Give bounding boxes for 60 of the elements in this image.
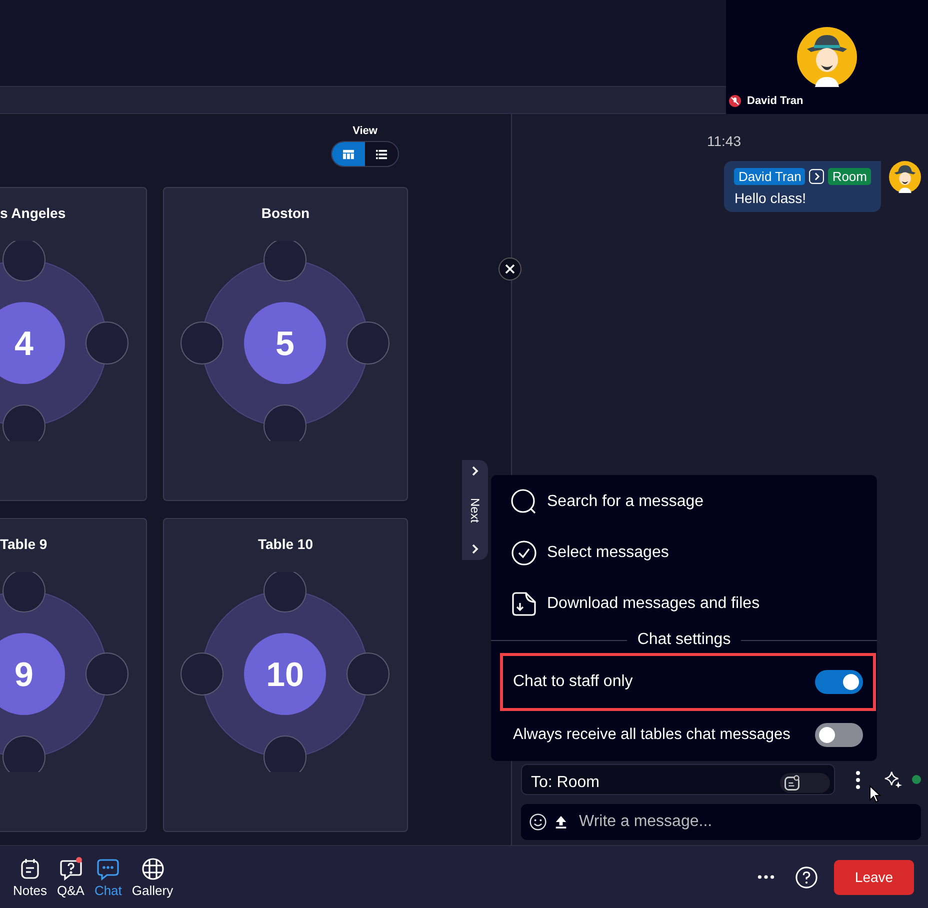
check-circle-icon [511,540,537,566]
emoji-icon[interactable] [529,813,547,831]
qa-tool-button[interactable]: Q&A [54,856,86,898]
sparkle-icon[interactable] [884,770,903,789]
table-number: 4 [14,325,34,363]
table-name: s Angeles [0,205,66,221]
participant-name: David Tran [747,95,804,107]
list-icon [375,148,388,160]
leave-button[interactable]: Leave [834,860,914,894]
table-card[interactable]: Table 10 10 [163,518,408,832]
avatar-icon [889,161,921,193]
download-menu-item[interactable]: Download messages and files [491,578,877,629]
recipient-field[interactable]: To: Room [521,764,835,795]
more-icon[interactable] [757,874,775,880]
upload-icon[interactable] [555,815,567,829]
avatar-icon [797,27,857,87]
sender-tag: David Tran [734,168,806,185]
table-number: 5 [276,325,294,363]
mouse-cursor-icon [869,785,881,803]
setting-label: Always receive all tables chat messages [513,726,790,744]
table-name: Table 9 [0,536,48,552]
close-icon[interactable] [498,257,522,281]
table-card[interactable]: Boston 5 [163,187,408,501]
notes-tool-button[interactable]: Notes [11,856,49,898]
table-number: 9 [14,656,34,694]
recipient-tag: Room [828,168,871,185]
grid-view-button[interactable] [332,142,365,166]
setting-label: Chat to staff only [513,673,633,691]
message-text: Hello class! [734,190,808,206]
search-menu-item[interactable]: Search for a message [491,476,877,527]
select-menu-item[interactable]: Select messages [491,527,877,578]
next-tab[interactable]: Next [462,460,488,560]
toggle-switch[interactable] [815,670,863,694]
section-title: Chat settings [637,631,731,649]
search-icon [511,488,537,514]
table-name: Table 10 [258,536,313,552]
chevron-icon [809,169,824,184]
note-icon [783,774,801,792]
table-number: 10 [266,656,304,694]
gallery-tool-button[interactable]: Gallery [130,856,176,898]
file-download-icon [511,590,537,616]
grid-circle-icon [140,856,164,880]
chat-bubble-icon [96,856,120,880]
table-card[interactable]: s Angeles 4 [0,187,147,501]
chevron-right-icon [470,465,480,477]
chevron-right-icon [470,543,480,555]
message-time: 11:43 [706,133,742,149]
table-card[interactable]: Table 9 9 [0,518,147,832]
message-field[interactable]: Write a message... [521,804,921,840]
toggle-switch[interactable] [815,723,863,747]
message-input[interactable]: Write a message... [575,813,921,831]
status-dot [912,775,921,784]
chat-tool-button[interactable]: Chat [92,856,124,898]
table-name: Boston [261,205,310,221]
more-options-icon[interactable] [855,770,861,790]
help-icon[interactable] [795,866,818,888]
private-toggle[interactable] [780,772,830,792]
table-layout-icon [342,148,355,160]
view-label: View [352,125,378,137]
question-bubble-icon [58,856,83,880]
